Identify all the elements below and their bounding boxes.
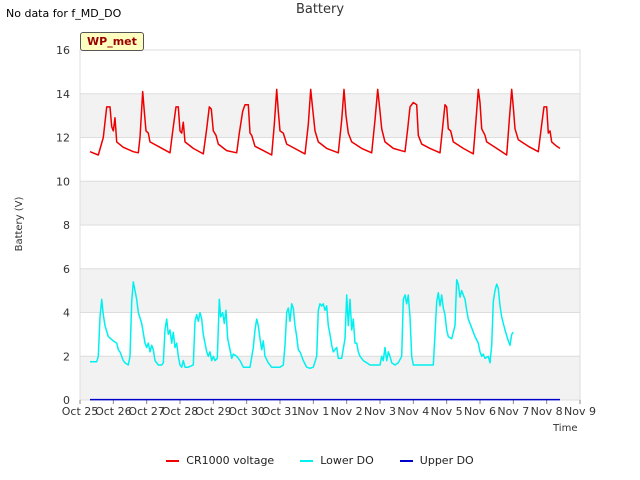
legend: CR1000 voltage Lower DO Upper DO <box>0 454 640 467</box>
x-tick-label: Nov 3 <box>364 405 396 418</box>
battery-chart: 0246810121416Oct 25Oct 26Oct 27Oct 28Oct… <box>56 44 596 418</box>
x-tick-label: Oct 31 <box>262 405 299 418</box>
x-tick-label: Oct 29 <box>195 405 232 418</box>
y-tick-label: 16 <box>56 44 70 57</box>
grid-band <box>80 181 580 225</box>
chart-title: Battery <box>295 2 345 17</box>
x-tick-label: Nov 5 <box>431 405 463 418</box>
y-tick-label: 10 <box>56 175 70 188</box>
y-tick-label: 2 <box>63 350 70 363</box>
y-tick-label: 8 <box>63 219 70 232</box>
grid-band <box>80 93 580 138</box>
x-tick-label: Oct 25 <box>62 405 99 418</box>
legend-item-lower-do: Lower DO <box>300 454 374 467</box>
grid-band <box>80 268 580 313</box>
y-axis-label: Battery (V) <box>14 196 25 252</box>
y-tick-label: 12 <box>56 132 70 145</box>
grid-band <box>80 225 580 269</box>
legend-item-upper-do: Upper DO <box>399 454 474 467</box>
x-tick-label: Nov 4 <box>397 405 429 418</box>
legend-label-cr1000: CR1000 voltage <box>186 454 275 467</box>
x-tick-label: Nov 6 <box>464 405 496 418</box>
x-tick-label: Oct 27 <box>128 405 165 418</box>
x-tick-label: Nov 8 <box>531 405 563 418</box>
site-badge: WP_met <box>80 32 144 51</box>
x-tick-label: Nov 1 <box>297 405 329 418</box>
grid-band <box>80 50 580 94</box>
legend-swatch-lower-do <box>300 459 314 462</box>
x-tick-label: Nov 7 <box>497 405 529 418</box>
y-tick-label: 14 <box>56 88 70 101</box>
legend-item-cr1000: CR1000 voltage <box>166 454 274 467</box>
legend-label-lower-do: Lower DO <box>320 454 374 467</box>
x-tick-label: Nov 9 <box>564 405 596 418</box>
x-tick-label: Oct 28 <box>162 405 199 418</box>
x-tick-label: Nov 2 <box>331 405 363 418</box>
legend-swatch-upper-do <box>399 459 413 462</box>
y-tick-label: 6 <box>63 263 70 276</box>
legend-swatch-cr1000 <box>166 459 180 462</box>
grid-band <box>80 356 580 400</box>
y-tick-label: 4 <box>63 307 70 320</box>
x-axis-label: Time <box>553 423 578 434</box>
legend-label-upper-do: Upper DO <box>419 454 474 467</box>
x-tick-label: Oct 30 <box>228 405 265 418</box>
x-tick-label: Oct 26 <box>95 405 132 418</box>
